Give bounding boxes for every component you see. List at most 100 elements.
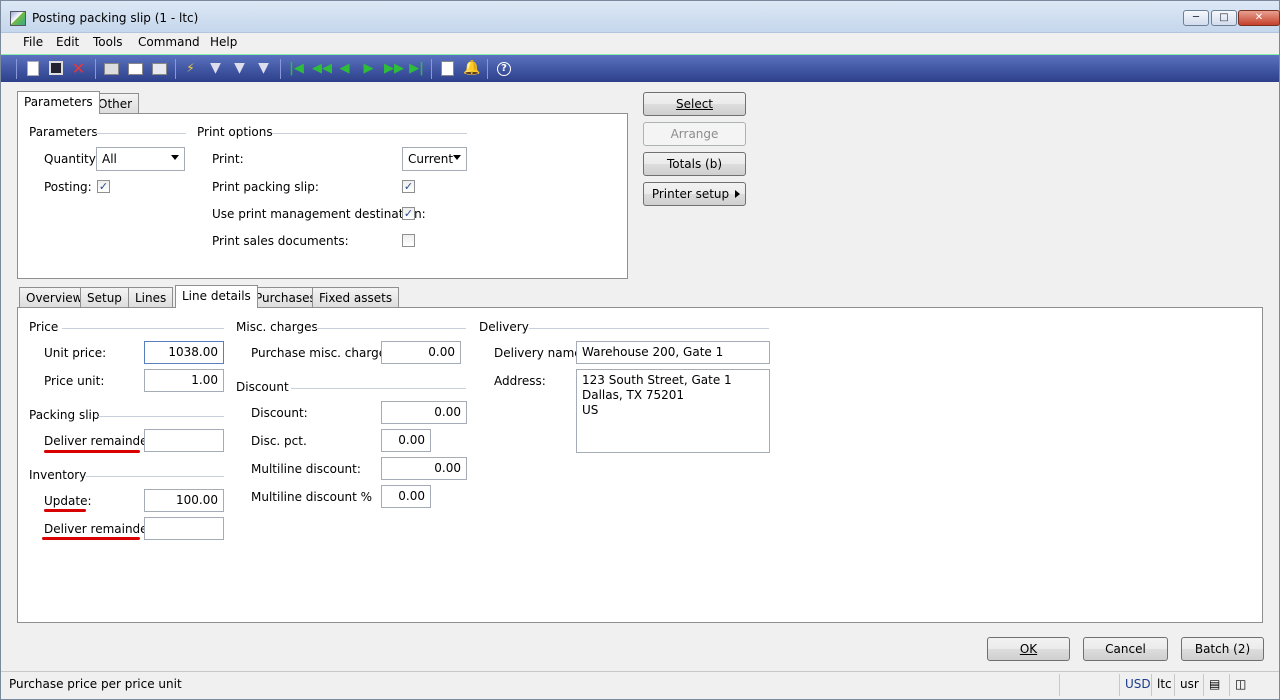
document-handling-icon[interactable] <box>441 61 454 76</box>
multiline-discount-percent-label: Multiline discount % <box>251 490 373 504</box>
next-page-icon[interactable]: ▶▶ <box>384 60 404 77</box>
new-icon[interactable] <box>27 61 39 76</box>
group-divider <box>94 133 186 134</box>
purchase-misc-charges-label: Purchase misc. charges: <box>251 346 397 360</box>
advanced-filter-icon[interactable]: ▼ <box>255 60 272 77</box>
print-icon[interactable] <box>104 63 119 75</box>
posting-label: Posting: <box>44 180 92 194</box>
app-icon <box>10 11 26 26</box>
toolbar-separator <box>175 59 176 79</box>
toolbar-separator <box>431 59 432 79</box>
tab-parameters[interactable]: Parameters <box>17 91 100 114</box>
ok-button[interactable]: OK <box>987 637 1070 661</box>
use-print-management-label: Use print management destination: <box>212 207 426 221</box>
tab-line-details[interactable]: Line details <box>175 285 258 308</box>
minimize-button[interactable]: ─ <box>1183 10 1209 26</box>
chevron-down-icon <box>171 155 179 160</box>
discount-percent-field[interactable]: 0.00 <box>381 429 431 452</box>
use-print-management-checkbox[interactable]: ✓ <box>402 207 415 220</box>
tab-setup[interactable]: Setup <box>80 287 129 308</box>
group-divider <box>272 133 467 134</box>
print-preview-icon[interactable] <box>128 63 143 75</box>
toolbar-separator <box>16 59 17 79</box>
packing-slip-deliver-remainder-field[interactable] <box>144 429 224 452</box>
first-record-icon[interactable]: |◀ <box>288 60 305 77</box>
address-field[interactable]: 123 South Street, Gate 1 Dallas, TX 7520… <box>576 369 770 453</box>
previous-record-icon[interactable]: ◀ <box>336 60 353 77</box>
highlight-underline <box>44 509 86 512</box>
parameters-group-label: Parameters <box>29 125 98 139</box>
menu-edit[interactable]: Edit <box>56 35 79 49</box>
unit-price-field[interactable]: 1038.00 <box>144 341 224 364</box>
delivery-name-label: Delivery name: <box>494 346 586 360</box>
next-record-icon[interactable]: ▶ <box>360 60 377 77</box>
menu-tools[interactable]: Tools <box>93 35 123 49</box>
print-sales-documents-checkbox[interactable] <box>402 234 415 247</box>
previous-page-icon[interactable]: ◀◀ <box>312 60 332 77</box>
update-label: Update: <box>44 494 92 508</box>
print-label: Print: <box>212 152 244 166</box>
status-company[interactable]: ltc <box>1151 674 1177 696</box>
select-button[interactable]: Select <box>643 92 746 116</box>
tab-lines[interactable]: Lines <box>128 287 174 308</box>
inventory-deliver-remainder-field[interactable] <box>144 517 224 540</box>
price-unit-field[interactable]: 1.00 <box>144 369 224 392</box>
quantity-select[interactable]: All <box>96 147 185 171</box>
status-help-text: Purchase price per price unit <box>9 677 182 691</box>
line-details-panel: Price Unit price: 1038.00 Price unit: 1.… <box>17 307 1263 623</box>
close-button[interactable]: ✕ <box>1238 10 1280 26</box>
multiline-discount-label: Multiline discount: <box>251 462 361 476</box>
menu-help[interactable]: Help <box>210 35 237 49</box>
inventory-group-label: Inventory <box>29 468 87 482</box>
print-value: Current <box>408 152 454 166</box>
totals-button[interactable]: Totals (b) <box>643 152 746 176</box>
group-divider <box>316 328 466 329</box>
save-icon[interactable] <box>49 61 63 75</box>
multiline-discount-field[interactable]: 0.00 <box>381 457 467 480</box>
posting-checkbox[interactable]: ✓ <box>97 180 110 193</box>
tab-fixed-assets[interactable]: Fixed assets <box>312 287 400 308</box>
address-label: Address: <box>494 374 546 388</box>
status-user[interactable]: usr <box>1174 674 1204 696</box>
alert-bell-icon[interactable]: 🔔 <box>463 60 480 77</box>
filter-by-grid-icon[interactable]: ▼ <box>231 60 248 77</box>
packing-slip-deliver-remainder-label: Deliver remainder: <box>44 434 157 448</box>
chevron-down-icon <box>453 155 461 160</box>
print-packing-slip-checkbox[interactable]: ✓ <box>402 180 415 193</box>
group-divider <box>86 476 224 477</box>
print-select[interactable]: Current <box>402 147 467 171</box>
help-icon[interactable]: ? <box>497 62 511 76</box>
tab-overview[interactable]: Overview <box>19 287 90 308</box>
lightning-filter-icon[interactable]: ⚡ <box>182 60 199 77</box>
menu-bar: File Edit Tools Command Help <box>1 33 1279 53</box>
quantity-label: Quantity: <box>44 152 100 166</box>
update-field[interactable]: 100.00 <box>144 489 224 512</box>
maximize-button[interactable]: □ <box>1211 10 1237 26</box>
toolbar-separator <box>487 59 488 79</box>
highlight-underline <box>42 537 140 540</box>
status-cylinder-icon: ◫ <box>1229 674 1257 696</box>
menu-command[interactable]: Command <box>138 35 200 49</box>
purchase-misc-charges-field[interactable]: 0.00 <box>381 341 461 364</box>
menu-file[interactable]: File <box>23 35 43 49</box>
printer-setup-button[interactable]: Printer setup <box>643 182 746 206</box>
export-icon[interactable] <box>152 63 167 75</box>
last-record-icon[interactable]: ▶| <box>408 60 425 77</box>
group-divider <box>291 388 466 389</box>
print-packing-slip-label: Print packing slip: <box>212 180 319 194</box>
delivery-name-field[interactable]: Warehouse 200, Gate 1 <box>576 341 770 364</box>
toolbar: ✕ ⚡ ▼ ▼ ▼ |◀ ◀◀ ◀ ▶ ▶▶ ▶| 🔔 ? <box>1 54 1279 82</box>
status-bar: Purchase price per price unit USD ltc us… <box>1 671 1279 699</box>
title-bar[interactable]: Posting packing slip (1 - ltc) ─ □ ✕ <box>1 1 1280 33</box>
multiline-discount-percent-field[interactable]: 0.00 <box>381 485 431 508</box>
quantity-value: All <box>102 152 117 166</box>
unit-price-label: Unit price: <box>44 346 107 360</box>
delete-icon[interactable]: ✕ <box>70 60 87 77</box>
cancel-button[interactable]: Cancel <box>1083 637 1168 661</box>
discount-field[interactable]: 0.00 <box>381 401 467 424</box>
print-sales-documents-label: Print sales documents: <box>212 234 349 248</box>
filter-by-selection-icon[interactable]: ▼ <box>207 60 224 77</box>
batch-button[interactable]: Batch (2) <box>1181 637 1264 661</box>
arrange-button[interactable]: Arrange <box>643 122 746 146</box>
print-options-group-label: Print options <box>197 125 273 139</box>
